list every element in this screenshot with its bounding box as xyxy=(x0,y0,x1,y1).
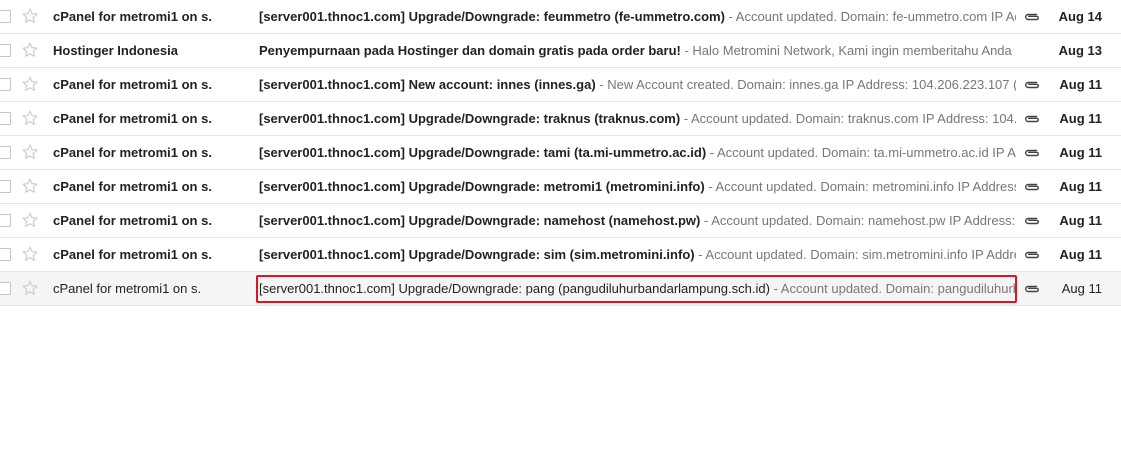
paperclip-icon xyxy=(1023,180,1041,194)
sender-name: cPanel for metromi1 on s. xyxy=(53,145,212,160)
message-preview: [server001.thnoc1.com] Upgrade/Downgrade… xyxy=(259,213,1016,228)
paperclip-icon xyxy=(1023,112,1041,126)
message-row[interactable]: Hostinger Indonesia Penyempurnaan pada H… xyxy=(0,34,1121,68)
star-outline-icon[interactable] xyxy=(21,279,39,297)
message-preview: [server001.thnoc1.com] New account: inne… xyxy=(259,77,1016,92)
checkbox-icon[interactable] xyxy=(0,180,11,193)
message-date: Aug 14 xyxy=(1058,9,1102,24)
message-preview: [server001.thnoc1.com] Upgrade/Downgrade… xyxy=(259,111,1016,126)
message-date: Aug 11 xyxy=(1059,77,1102,92)
message-subject: [server001.thnoc1.com] Upgrade/Downgrade… xyxy=(259,111,681,126)
checkbox-icon[interactable] xyxy=(0,44,11,57)
paperclip-icon xyxy=(1023,248,1041,262)
message-list: cPanel for metromi1 on s. [server001.thn… xyxy=(0,0,1121,306)
message-row-highlighted[interactable]: cPanel for metromi1 on s. [server001.thn… xyxy=(0,272,1121,306)
checkbox-icon[interactable] xyxy=(0,112,11,125)
paperclip-icon xyxy=(1023,78,1041,92)
checkbox-icon[interactable] xyxy=(0,282,11,295)
message-row[interactable]: cPanel for metromi1 on s. [server001.thn… xyxy=(0,136,1121,170)
star-outline-icon[interactable] xyxy=(21,7,39,25)
message-snippet: - Account updated. Domain: pangudiluhurb… xyxy=(773,281,1016,296)
sender-name: cPanel for metromi1 on s. xyxy=(53,111,212,126)
sender-name: cPanel for metromi1 on s. xyxy=(53,213,212,228)
paperclip-icon xyxy=(1023,282,1041,296)
message-preview: Penyempurnaan pada Hostinger dan domain … xyxy=(259,43,1016,58)
message-preview: [server001.thnoc1.com] Upgrade/Downgrade… xyxy=(259,9,1016,24)
star-outline-icon[interactable] xyxy=(21,143,39,161)
message-row[interactable]: cPanel for metromi1 on s. [server001.thn… xyxy=(0,238,1121,272)
message-date: Aug 11 xyxy=(1061,281,1102,296)
star-outline-icon[interactable] xyxy=(21,245,39,263)
message-subject: [server001.thnoc1.com] New account: inne… xyxy=(259,77,596,92)
message-preview: [server001.thnoc1.com] Upgrade/Downgrade… xyxy=(259,145,1016,160)
star-outline-icon[interactable] xyxy=(21,75,39,93)
message-snippet: - Account updated. Domain: namehost.pw I… xyxy=(703,213,1016,228)
message-row[interactable]: cPanel for metromi1 on s. [server001.thn… xyxy=(0,204,1121,238)
sender-name: cPanel for metromi1 on s. xyxy=(53,281,202,296)
message-snippet: - Halo Metromini Network, Kami ingin mem… xyxy=(680,43,1012,58)
star-outline-icon[interactable] xyxy=(21,109,39,127)
sender-name: Hostinger Indonesia xyxy=(53,43,178,58)
sender-name: cPanel for metromi1 on s. xyxy=(53,77,212,92)
paperclip-icon xyxy=(1023,146,1041,160)
message-row[interactable]: cPanel for metromi1 on s. [server001.thn… xyxy=(0,102,1121,136)
sender-name: cPanel for metromi1 on s. xyxy=(53,9,212,24)
message-snippet: - Account updated. Domain: traknus.com I… xyxy=(683,111,1016,126)
message-preview: [server001.thnoc1.com] Upgrade/Downgrade… xyxy=(259,179,1016,194)
message-date: Aug 11 xyxy=(1059,111,1102,126)
message-subject: [server001.thnoc1.com] Upgrade/Downgrade… xyxy=(259,247,695,262)
message-subject: [server001.thnoc1.com] Upgrade/Downgrade… xyxy=(259,9,725,24)
paperclip-icon xyxy=(1023,10,1041,24)
message-subject: [server001.thnoc1.com] Upgrade/Downgrade… xyxy=(259,145,707,160)
message-subject: [server001.thnoc1.com] Upgrade/Downgrade… xyxy=(259,179,705,194)
checkbox-icon[interactable] xyxy=(0,78,11,91)
message-snippet: - Account updated. Domain: metromini.inf… xyxy=(708,179,1016,194)
star-outline-icon[interactable] xyxy=(21,41,39,59)
message-snippet: - Account updated. Domain: sim.metromini… xyxy=(698,247,1016,262)
sender-name: cPanel for metromi1 on s. xyxy=(53,247,212,262)
star-outline-icon[interactable] xyxy=(21,177,39,195)
checkbox-icon[interactable] xyxy=(0,10,11,23)
message-snippet: - New Account created. Domain: innes.ga … xyxy=(595,77,1016,92)
message-preview: [server001.thnoc1.com] Upgrade/Downgrade… xyxy=(259,281,1016,296)
message-row[interactable]: cPanel for metromi1 on s. [server001.thn… xyxy=(0,170,1121,204)
message-date: Aug 11 xyxy=(1059,145,1102,160)
message-subject: [server001.thnoc1.com] Upgrade/Downgrade… xyxy=(259,281,770,296)
message-preview: [server001.thnoc1.com] Upgrade/Downgrade… xyxy=(259,247,1016,262)
checkbox-icon[interactable] xyxy=(0,248,11,261)
star-outline-icon[interactable] xyxy=(21,211,39,229)
message-date: Aug 13 xyxy=(1058,43,1102,58)
message-date: Aug 11 xyxy=(1059,179,1102,194)
paperclip-icon xyxy=(1023,214,1041,228)
message-date: Aug 11 xyxy=(1059,213,1102,228)
message-subject: [server001.thnoc1.com] Upgrade/Downgrade… xyxy=(259,213,701,228)
message-subject: Penyempurnaan pada Hostinger dan domain … xyxy=(259,43,681,58)
message-snippet: - Account updated. Domain: fe-ummetro.co… xyxy=(728,9,1016,24)
message-row[interactable]: cPanel for metromi1 on s. [server001.thn… xyxy=(0,68,1121,102)
checkbox-icon[interactable] xyxy=(0,146,11,159)
message-snippet: - Account updated. Domain: ta.mi-ummetro… xyxy=(709,145,1016,160)
message-row[interactable]: cPanel for metromi1 on s. [server001.thn… xyxy=(0,0,1121,34)
checkbox-icon[interactable] xyxy=(0,214,11,227)
sender-name: cPanel for metromi1 on s. xyxy=(53,179,212,194)
message-date: Aug 11 xyxy=(1059,247,1102,262)
